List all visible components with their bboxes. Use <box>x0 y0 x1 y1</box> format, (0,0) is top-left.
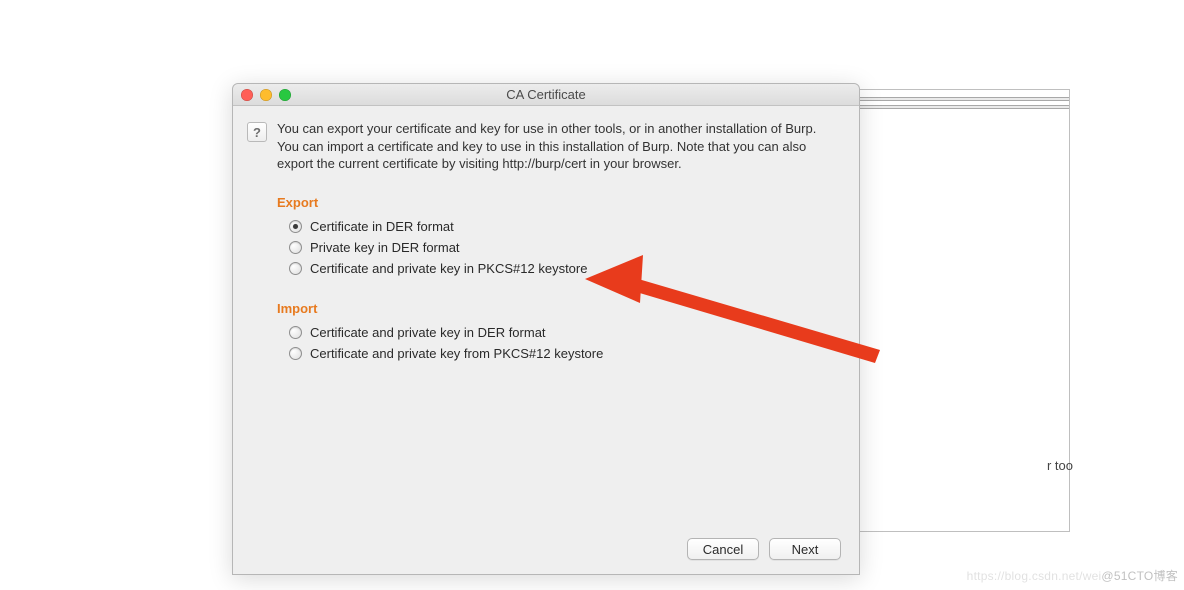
import-heading: Import <box>277 301 837 316</box>
radio-label: Certificate and private key in PKCS#12 k… <box>310 261 587 276</box>
radio-icon <box>289 220 302 233</box>
radio-label: Certificate in DER format <box>310 219 454 234</box>
intro-text: You can export your certificate and key … <box>277 120 837 173</box>
radio-icon <box>289 241 302 254</box>
export-heading: Export <box>277 195 837 210</box>
cancel-button[interactable]: Cancel <box>687 538 759 560</box>
dialog-body: You can export your certificate and key … <box>277 120 837 560</box>
export-option-der-key[interactable]: Private key in DER format <box>277 237 837 258</box>
minimize-button[interactable] <box>260 89 272 101</box>
dialog-content: ? You can export your certificate and ke… <box>233 106 859 574</box>
radio-label: Certificate and private key in DER forma… <box>310 325 546 340</box>
bg-text-fragment: r too <box>1047 458 1073 473</box>
watermark-handle: @51CTO博客 <box>1101 569 1178 583</box>
zoom-button[interactable] <box>279 89 291 101</box>
radio-icon <box>289 262 302 275</box>
radio-label: Certificate and private key from PKCS#12… <box>310 346 603 361</box>
export-option-pkcs12[interactable]: Certificate and private key in PKCS#12 k… <box>277 258 837 279</box>
help-icon[interactable]: ? <box>247 122 267 142</box>
radio-icon <box>289 347 302 360</box>
watermark: https://blog.csdn.net/wei@51CTO博客 <box>967 567 1178 584</box>
bg-stripe <box>860 97 1069 101</box>
next-button[interactable]: Next <box>769 538 841 560</box>
traffic-lights <box>241 89 291 101</box>
radio-icon <box>289 326 302 339</box>
dialog-buttons: Cancel Next <box>687 538 841 560</box>
titlebar: CA Certificate <box>233 84 859 106</box>
close-button[interactable] <box>241 89 253 101</box>
watermark-url: https://blog.csdn.net/wei <box>967 569 1102 583</box>
background-window-fragment: r too <box>860 89 1070 532</box>
ca-certificate-dialog: CA Certificate ? You can export your cer… <box>232 83 860 575</box>
import-option-pkcs12[interactable]: Certificate and private key from PKCS#12… <box>277 343 837 364</box>
dialog-title: CA Certificate <box>506 87 585 102</box>
radio-label: Private key in DER format <box>310 240 460 255</box>
export-option-der-cert[interactable]: Certificate in DER format <box>277 216 837 237</box>
import-option-der[interactable]: Certificate and private key in DER forma… <box>277 322 837 343</box>
bg-stripe <box>860 105 1069 109</box>
